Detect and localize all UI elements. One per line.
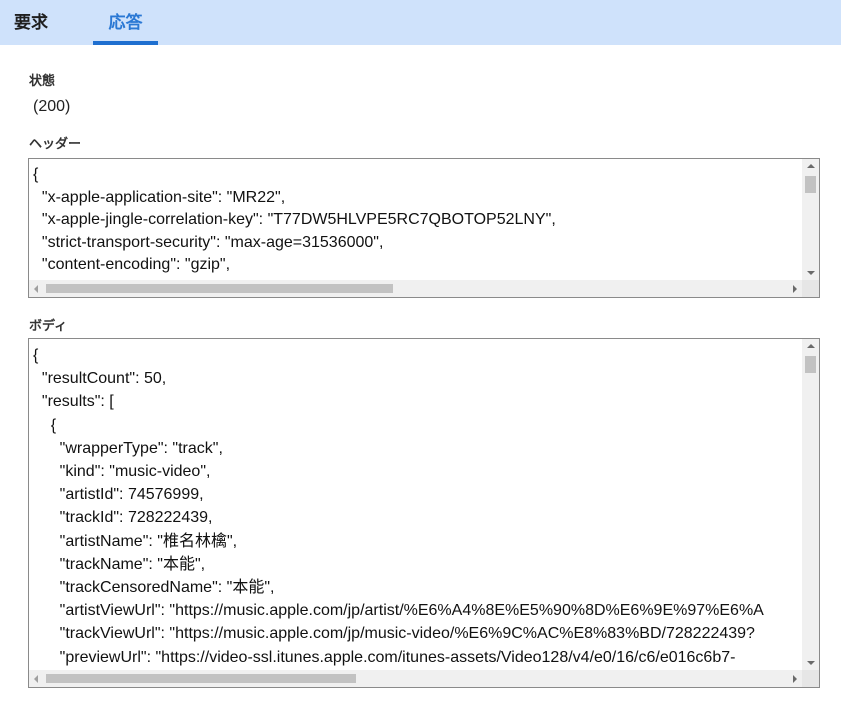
tab-request[interactable]: 要求	[14, 0, 48, 45]
scroll-thumb[interactable]	[46, 284, 393, 293]
headers-label: ヘッダー	[29, 136, 82, 151]
scroll-thumb[interactable]	[805, 356, 816, 373]
body-vertical-scrollbar[interactable]	[802, 339, 819, 670]
headers-vertical-scrollbar[interactable]	[802, 159, 819, 280]
scroll-thumb[interactable]	[805, 176, 816, 193]
scroll-left-icon[interactable]	[34, 285, 38, 293]
scrollbar-corner	[802, 280, 819, 297]
tab-bar: 要求 応答	[0, 0, 841, 45]
body-label: ボディ	[29, 318, 68, 333]
headers-horizontal-scrollbar[interactable]	[29, 280, 802, 297]
status-label: 状態	[29, 73, 56, 88]
active-tab-indicator	[93, 41, 158, 45]
scrollbar-corner	[802, 670, 819, 687]
scroll-up-icon[interactable]	[807, 344, 815, 348]
body-horizontal-scrollbar[interactable]	[29, 670, 802, 687]
tab-response[interactable]: 応答	[93, 0, 158, 45]
body-textbox[interactable]: { "resultCount": 50, "results": [ { "wra…	[28, 338, 820, 688]
scroll-down-icon[interactable]	[807, 661, 815, 665]
status-value: (200)	[33, 98, 71, 115]
body-content: { "resultCount": 50, "results": [ { "wra…	[33, 347, 764, 666]
scroll-up-icon[interactable]	[807, 164, 815, 168]
headers-textbox[interactable]: { "x-apple-application-site": "MR22", "x…	[28, 158, 820, 298]
scroll-right-icon[interactable]	[793, 285, 797, 293]
headers-content: { "x-apple-application-site": "MR22", "x…	[33, 166, 556, 273]
scroll-down-icon[interactable]	[807, 271, 815, 275]
scroll-thumb[interactable]	[46, 674, 356, 683]
scroll-left-icon[interactable]	[34, 675, 38, 683]
scroll-right-icon[interactable]	[793, 675, 797, 683]
tab-response-label: 応答	[108, 13, 143, 32]
